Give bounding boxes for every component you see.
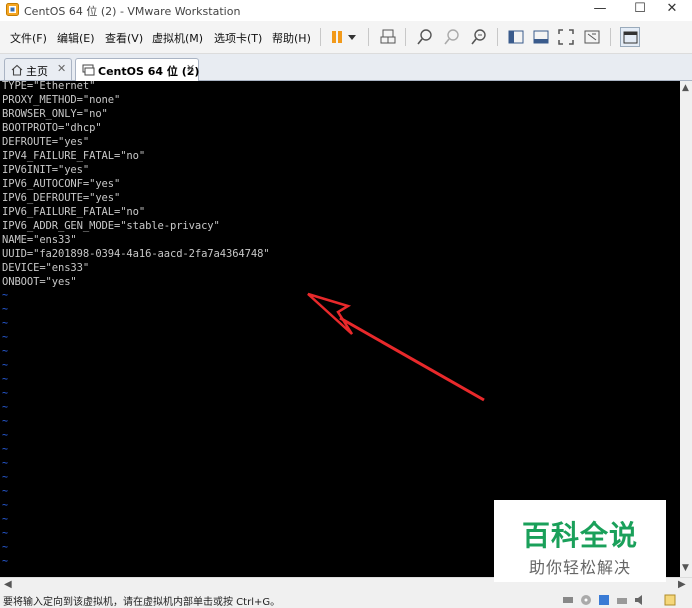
console-line: UUID="fa201898-0394-4a16-aacd-2fa7a43647… [2,248,270,260]
send-ctrl-alt-del-icon[interactable] [378,27,398,47]
close-tab-icon[interactable]: ✕ [57,62,66,75]
scroll-left-icon[interactable]: ◀ [4,579,12,590]
tab-strip: 主页 ✕ CentOS 64 位 (2) ✕ [0,54,692,81]
console-line: BOOTPROTO="dhcp" [2,122,102,134]
toolbar-separator [368,28,369,46]
home-icon [11,64,23,76]
vertical-scrollbar[interactable]: ▲ ▼ [680,81,692,577]
empty-line-tilde: ~ [2,374,9,385]
vm-tab-icon [82,64,95,76]
console-line: DEFROUTE="yes" [2,136,90,148]
minimize-button[interactable]: — [580,0,620,20]
thumbnail-bar-icon[interactable] [531,27,551,47]
empty-line-tilde: ~ [2,416,9,427]
watermark-subtitle: 助你轻松解决 [528,558,631,577]
tab-home-label: 主页 [26,65,48,78]
power-dropdown-chevron-icon[interactable] [346,27,358,47]
tab-centos-vm[interactable]: CentOS 64 位 (2) ✕ [75,58,199,81]
console-line: IPV4_FAILURE_FATAL="no" [2,150,146,162]
toolbar-separator [610,28,611,46]
empty-line-tilde: ~ [2,528,9,539]
watermark-badge: 百科全说 助你轻松解决 [494,500,666,582]
annotation-arrow-icon [307,292,485,402]
printer-icon[interactable] [616,594,628,606]
console-line: TYPE="Ethernet" [2,81,96,92]
snapshot-icon[interactable] [415,27,435,47]
empty-line-tilde: ~ [2,542,9,553]
console-view-icon[interactable] [620,27,640,47]
empty-line-tilde: ~ [2,402,9,413]
hard-disk-icon[interactable] [562,594,574,606]
unity-mode-icon[interactable] [582,27,602,47]
empty-line-tilde: ~ [2,290,9,301]
console-line: ONBOOT="yes" [2,276,77,288]
console-line: IPV6_AUTOCONF="yes" [2,178,121,190]
pause-icon[interactable] [328,27,348,47]
sound-card-icon[interactable] [634,594,646,606]
toolbar-separator [497,28,498,46]
menu-help[interactable]: 帮助(H) [272,30,311,46]
menu-toolbar: 文件(F) 编辑(E) 查看(V) 虚拟机(M) 选项卡(T) 帮助(H) [0,21,692,54]
status-message: 要将输入定向到该虚拟机，请在虚拟机内部单击或按 Ctrl+G。 [3,597,281,608]
snapshot-manager-icon[interactable] [469,27,489,47]
menu-vm[interactable]: 虚拟机(M) [152,30,203,46]
console-line: IPV6_ADDR_GEN_MODE="stable-privacy" [2,220,220,232]
menu-view[interactable]: 查看(V) [105,30,143,46]
fullscreen-icon[interactable] [556,27,576,47]
empty-line-tilde: ~ [2,444,9,455]
empty-line-tilde: ~ [2,360,9,371]
menu-tabs[interactable]: 选项卡(T) [214,30,262,46]
empty-line-tilde: ~ [2,430,9,441]
watermark-title: 百科全说 [521,519,638,552]
scroll-right-icon[interactable]: ▶ [678,579,686,590]
title-bar: CentOS 64 位 (2) - VMware Workstation — ☐… [0,0,692,20]
empty-line-tilde: ~ [2,472,9,483]
empty-line-tilde: ~ [2,332,9,343]
scroll-down-icon[interactable]: ▼ [682,563,689,573]
console-line: IPV6INIT="yes" [2,164,90,176]
scroll-up-icon[interactable]: ▲ [682,83,689,93]
empty-line-tilde: ~ [2,388,9,399]
toolbar-separator [320,28,321,46]
show-library-icon[interactable] [506,27,526,47]
console-line: BROWSER_ONLY="no" [2,108,108,120]
console-line: NAME="ens33" [2,234,77,246]
empty-line-tilde: ~ [2,346,9,357]
revert-snapshot-icon[interactable] [442,27,462,47]
empty-line-tilde: ~ [2,514,9,525]
network-adapter-icon[interactable] [598,594,610,606]
tab-centos-label: CentOS 64 位 (2) [98,65,200,78]
menu-edit[interactable]: 编辑(E) [57,30,95,46]
empty-line-tilde: ~ [2,458,9,469]
status-bar: 要将输入定向到该虚拟机，请在虚拟机内部单击或按 Ctrl+G。 [0,592,692,608]
console-line: IPV6_FAILURE_FATAL="no" [2,206,146,218]
vmware-app-icon [6,3,19,16]
toolbar-separator [405,28,406,46]
empty-line-tilde: ~ [2,500,9,511]
cd-drive-icon[interactable] [580,594,592,606]
close-window-button[interactable]: ✕ [652,0,692,20]
menu-file[interactable]: 文件(F) [10,30,47,46]
console-line: PROXY_METHOD="none" [2,94,121,106]
console-line: IPV6_DEFROUTE="yes" [2,192,121,204]
tab-home[interactable]: 主页 ✕ [4,58,72,80]
empty-line-tilde: ~ [2,486,9,497]
empty-line-tilde: ~ [2,304,9,315]
empty-line-tilde: ~ [2,318,9,329]
window-title: CentOS 64 位 (2) - VMware Workstation [24,5,241,18]
empty-line-tilde: ~ [2,556,9,567]
console-line: DEVICE="ens33" [2,262,90,274]
message-log-icon[interactable] [664,594,676,606]
close-tab-icon[interactable]: ✕ [186,62,195,75]
